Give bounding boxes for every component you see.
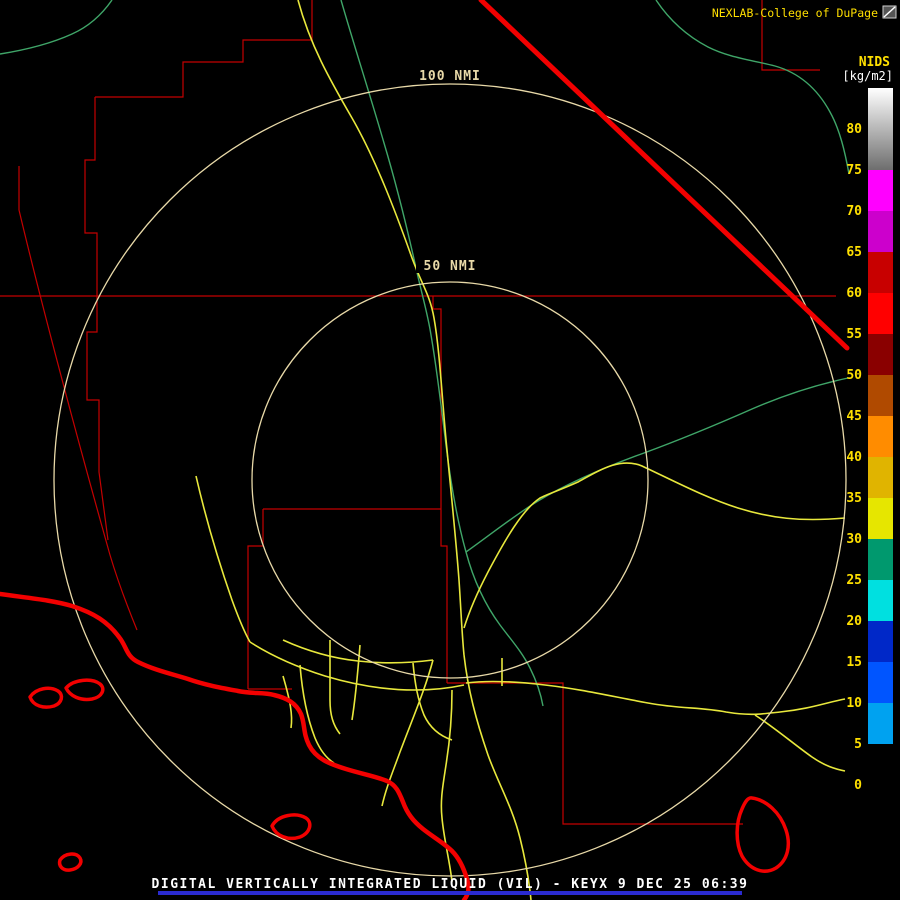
colorbar-tick-label: 15 bbox=[846, 655, 862, 670]
colorbar-segment-40-45 bbox=[868, 416, 893, 457]
colorbar-segment-10-15 bbox=[868, 662, 893, 703]
colorbar-tick-label: 10 bbox=[846, 696, 862, 711]
colorbar-tick-label: 50 bbox=[846, 368, 862, 383]
colorbar-title: NIDS bbox=[859, 55, 890, 70]
colorbar-segment-80-85 bbox=[868, 88, 893, 129]
footer: DIGITAL VERTICALLY INTEGRATED LIQUID (VI… bbox=[152, 877, 749, 895]
colorbar-tick-label: 25 bbox=[846, 573, 862, 588]
colorbar-tick-label: 45 bbox=[846, 409, 862, 424]
colorbar-segment-25-30 bbox=[868, 539, 893, 580]
colorbar-tick-label: 55 bbox=[846, 327, 862, 342]
colorbar-segment-5-10 bbox=[868, 703, 893, 744]
brand-label: NEXLAB-College of DuPage bbox=[712, 6, 878, 20]
colorbar-tick-label: 5 bbox=[854, 737, 862, 752]
colorbar-tick-label: 30 bbox=[846, 532, 862, 547]
map-background bbox=[0, 0, 900, 900]
colorbar-tick-label: 40 bbox=[846, 450, 862, 465]
colorbar-segment-20-25 bbox=[868, 580, 893, 621]
colorbar-segment-75-80 bbox=[868, 129, 893, 170]
colorbar-segment-55-60 bbox=[868, 293, 893, 334]
colorbar-segment-50-55 bbox=[868, 334, 893, 375]
colorbar-segment-70-75 bbox=[868, 170, 893, 211]
radar-map: 100 NMI 50 NMI NEXLAB-College of DuPage … bbox=[0, 0, 900, 900]
range-ring-100nmi-label: 100 NMI bbox=[419, 69, 481, 84]
colorbar-tick-label: 35 bbox=[846, 491, 862, 506]
range-ring-50nmi-label: 50 NMI bbox=[424, 259, 477, 274]
colorbar-tick-label: 75 bbox=[846, 163, 862, 178]
cod-logo-icon bbox=[883, 6, 896, 18]
colorbar-segment-15-20 bbox=[868, 621, 893, 662]
header: NEXLAB-College of DuPage bbox=[712, 6, 896, 20]
colorbar-tick-label: 60 bbox=[846, 286, 862, 301]
colorbar-segment-0-5 bbox=[868, 744, 893, 785]
colorbar-tick-label: 65 bbox=[846, 245, 862, 260]
colorbar-segment-30-35 bbox=[868, 498, 893, 539]
colorbar-tick-label: 20 bbox=[846, 614, 862, 629]
footer-underline-bar bbox=[158, 891, 742, 895]
colorbar-units: [kg/m2] bbox=[842, 69, 893, 83]
colorbar-segment-35-40 bbox=[868, 457, 893, 498]
colorbar-segment-65-70 bbox=[868, 211, 893, 252]
colorbar-tick-label: 0 bbox=[854, 778, 862, 793]
colorbar-segment-45-50 bbox=[868, 375, 893, 416]
footer-title: DIGITAL VERTICALLY INTEGRATED LIQUID (VI… bbox=[152, 877, 749, 892]
colorbar-tick-label: 70 bbox=[846, 204, 862, 219]
colorbar-tick-label: 80 bbox=[846, 122, 862, 137]
colorbar-segment-60-65 bbox=[868, 252, 893, 293]
